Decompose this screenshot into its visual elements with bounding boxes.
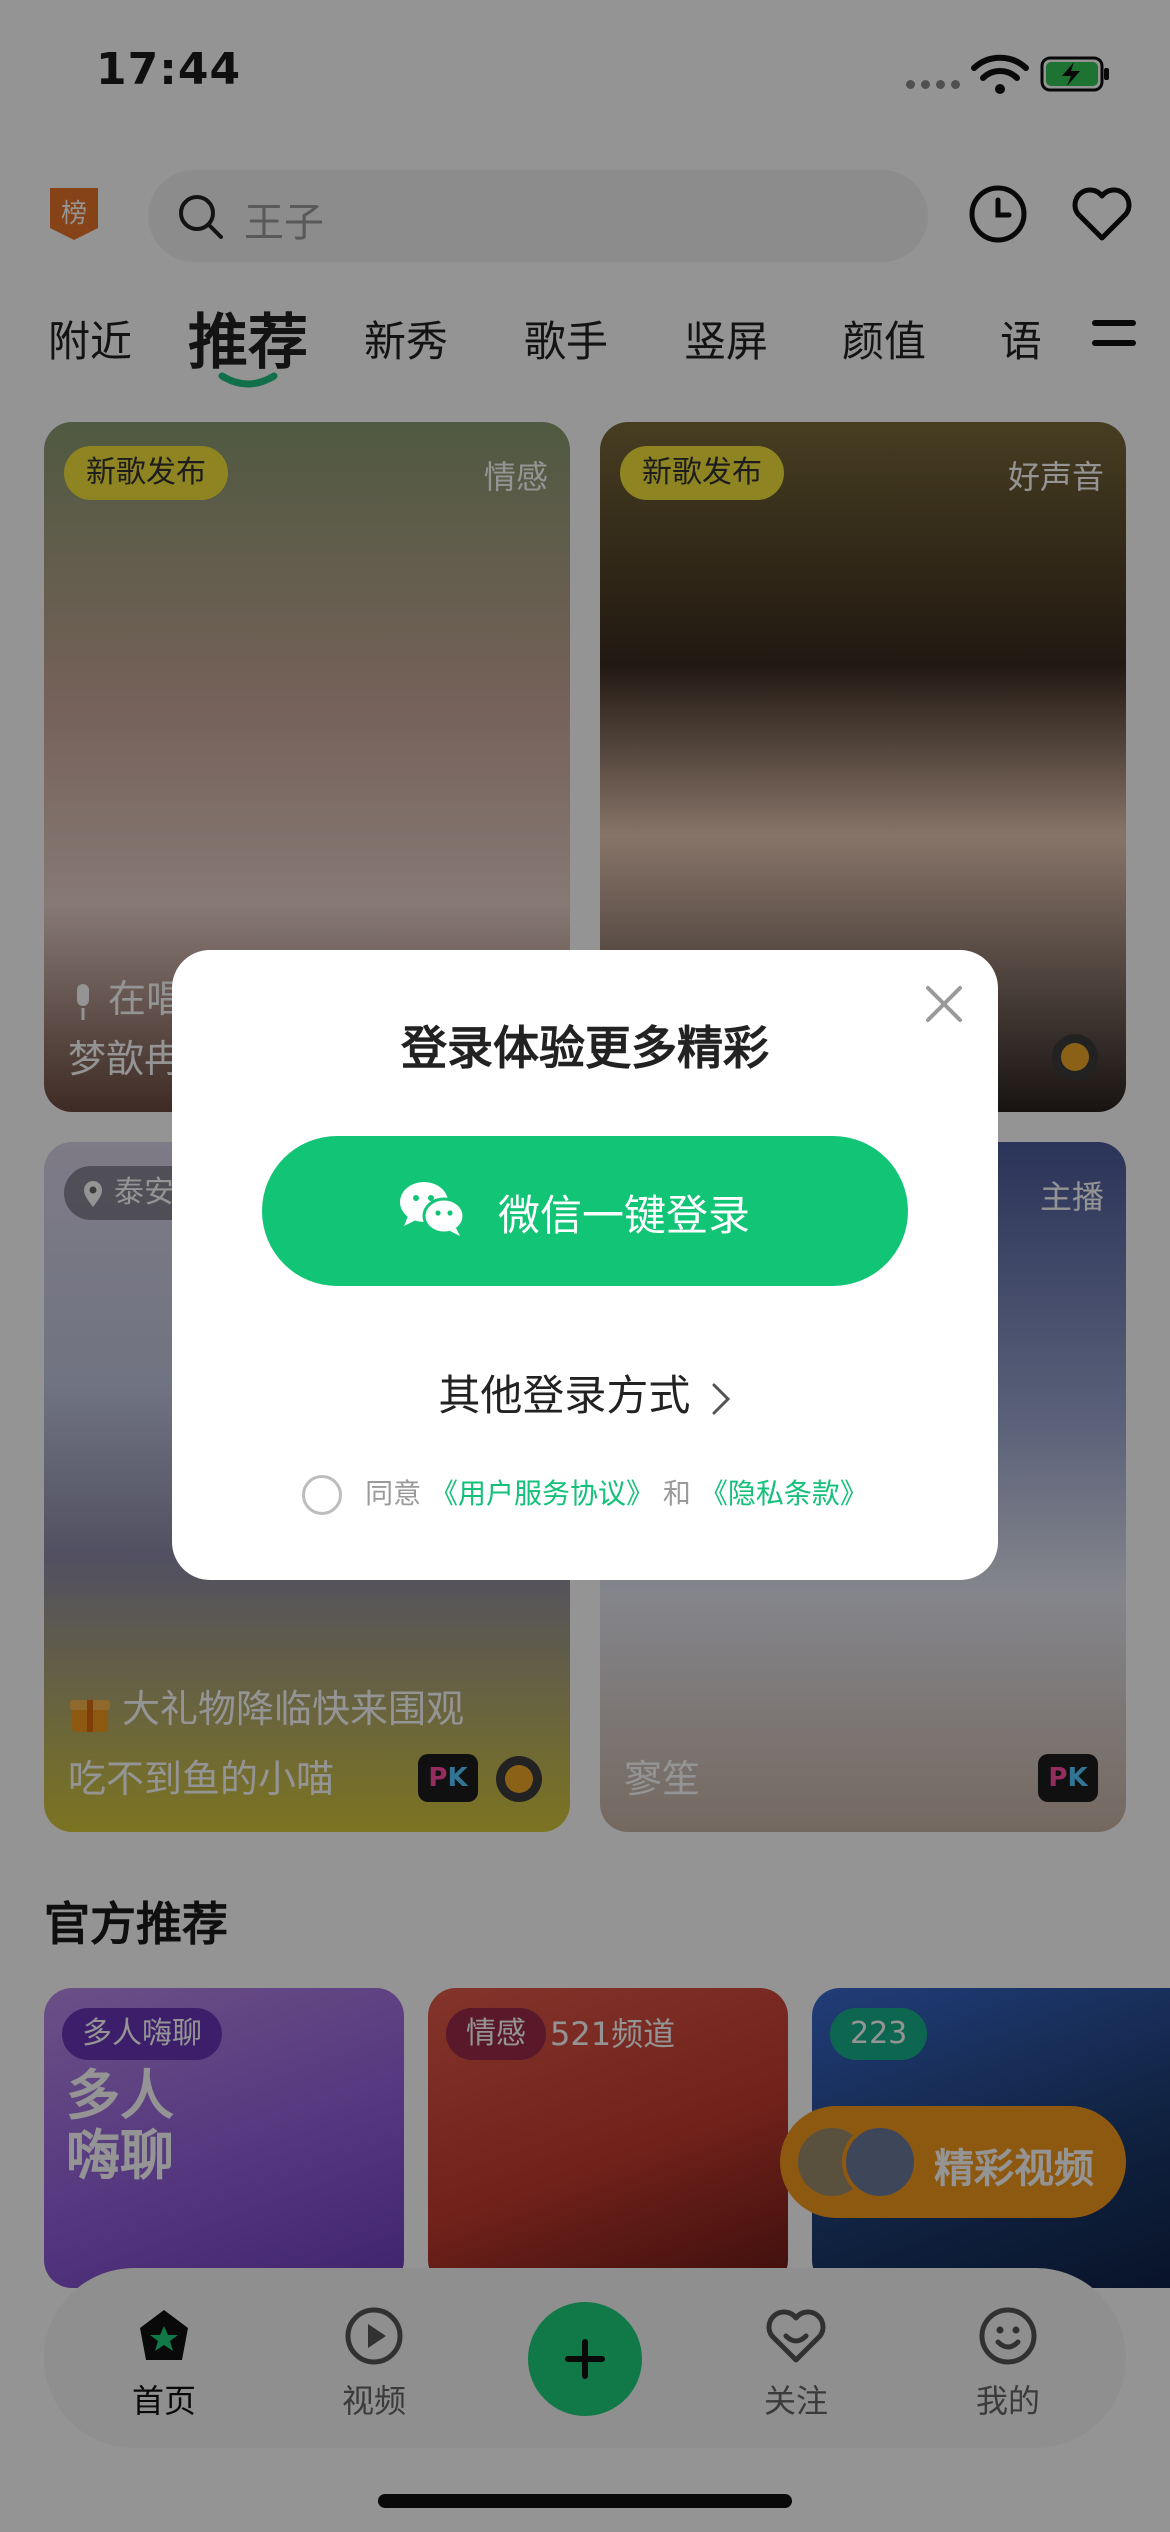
user-agreement-link[interactable]: 《用户服务协议》 bbox=[430, 1477, 654, 1510]
wechat-icon bbox=[400, 1182, 466, 1236]
login-dialog: 登录体验更多精彩 微信一键登录 其他登录方式 同意 《用户服务协议》 和 《隐私… bbox=[172, 950, 998, 1580]
wechat-login-label: 微信一键登录 bbox=[498, 1191, 751, 1240]
other-login-link[interactable]: 其他登录方式 bbox=[172, 1362, 998, 1423]
wechat-login-button[interactable]: 微信一键登录 bbox=[262, 1136, 908, 1286]
agreement-row: 同意 《用户服务协议》 和 《隐私条款》 bbox=[172, 1472, 998, 1515]
privacy-policy-link[interactable]: 《隐私条款》 bbox=[700, 1477, 868, 1510]
chevron-right-icon bbox=[712, 1383, 730, 1414]
agree-checkbox[interactable] bbox=[302, 1475, 343, 1515]
close-icon[interactable] bbox=[920, 980, 968, 1028]
dialog-title: 登录体验更多精彩 bbox=[401, 1021, 769, 1075]
